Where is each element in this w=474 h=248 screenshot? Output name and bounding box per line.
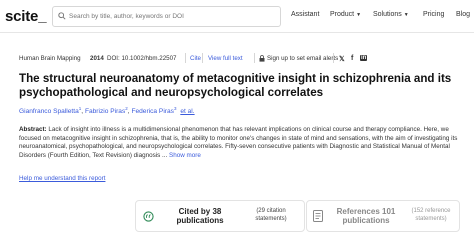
author-link[interactable]: Federica Piras [131,108,174,115]
search-input[interactable] [69,9,275,24]
references-card[interactable]: References 101 publications (152 referenc… [306,200,460,232]
facebook-icon[interactable]: f [351,55,353,62]
cited-by-card[interactable]: Cited by 38 publications (29 citation stat… [135,200,305,232]
document-list-icon [313,210,323,222]
show-more-link[interactable]: Show more [169,152,201,159]
chevron-down-icon: ▼ [356,12,362,18]
nav-assistant[interactable]: Assistant [291,11,319,18]
scite-logo[interactable]: scite_ [5,8,47,25]
publication-year: 2014 [90,55,104,62]
help-understand-link[interactable]: Help me understand this report [19,175,105,182]
divider [254,53,255,63]
references-count: References 101 publications [336,207,396,225]
et-al-link[interactable]: et al. [180,108,194,115]
divider [185,53,186,63]
divider [333,53,334,63]
author-list: Gianfranco Spalletta1, Fabrizio Piras2, … [19,106,195,116]
nav-solutions[interactable]: Solutions ▼ [373,11,409,18]
reference-statements: (152 reference statements) [411,208,451,222]
abstract-text: Lack of insight into illness is a multid… [19,126,458,160]
chevron-down-icon: ▼ [403,12,409,18]
author-link[interactable]: Gianfranco Spalletta [19,108,79,115]
nav-product[interactable]: Product ▼ [330,11,361,18]
divider [202,53,203,63]
twitter-icon[interactable]: 𝕏 [339,55,345,63]
top-bar: scite_ Assistant Product▼ Solutions▼ Pri… [0,0,474,33]
paper-title: The structural neuroanatomy of metacogni… [19,72,452,99]
citation-statements: (29 citation statements) [255,208,287,222]
nav-blog[interactable]: Blog [456,11,470,18]
search-icon [58,12,66,20]
search-box[interactable] [52,6,281,27]
author-link[interactable]: Fabrizio Piras [85,108,125,115]
doi: DOI: 10.1002/hbm.22507 [107,55,177,62]
lock-icon [259,55,265,64]
linkedin-icon[interactable]: in [360,55,368,61]
nav-pricing[interactable]: Pricing [423,11,444,18]
journal-name: Human Brain Mapping [19,55,81,62]
abstract-label: Abstract: [19,126,47,133]
cited-by-count: Cited by 38 publications [176,207,224,225]
abstract: Abstract: Lack of insight into illness i… [19,126,459,161]
quote-bubble-icon [143,211,154,222]
